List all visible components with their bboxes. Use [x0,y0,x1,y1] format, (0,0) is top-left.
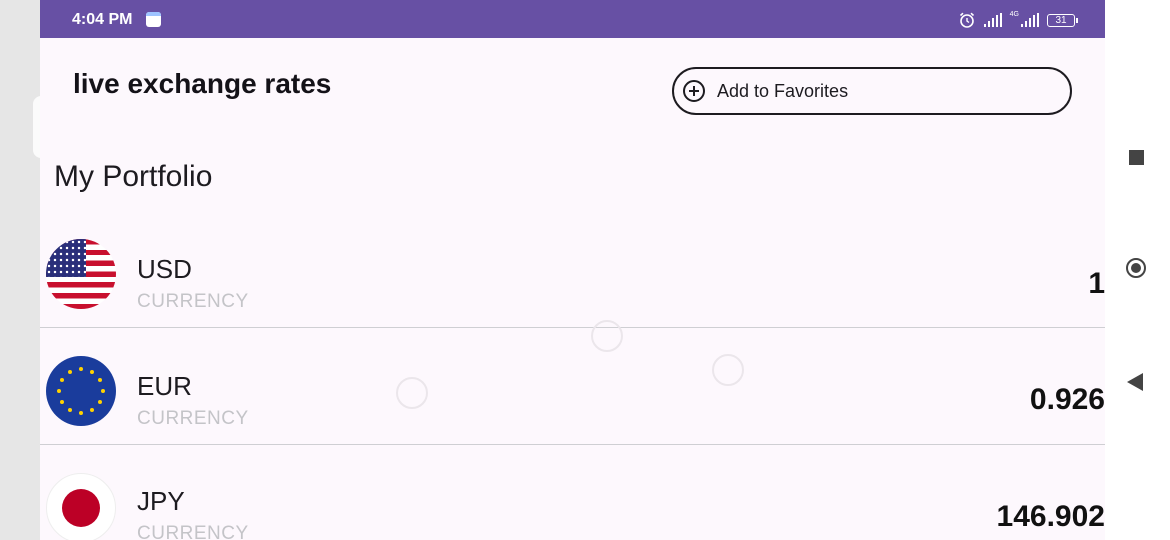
page-title: live exchange rates [73,68,332,99]
status-time: 4:04 PM [72,11,133,28]
currency-row-jpy[interactable]: JPY CURRENCY 146.902 [40,445,1105,540]
background-app-edge [0,0,40,540]
app-window: 4:04 PM 4G 31 live exchange rates Add to… [40,0,1105,540]
eu-flag-icon [46,356,116,426]
currency-code: USD [137,254,192,284]
home-circle-icon[interactable] [1126,258,1146,278]
currency-code: EUR [137,371,192,401]
alarm-icon [959,12,974,28]
us-flag-icon [46,239,116,309]
add-to-favorites-label: Add to Favorites [717,80,849,101]
calendar-notification-icon [146,12,161,27]
currency-rate-value: 1 [1088,267,1105,300]
currency-type-label: CURRENCY [137,408,249,429]
touch-indicator [591,320,623,352]
system-navigation-bar [1105,0,1170,540]
touch-indicator [712,354,744,386]
currency-rate-value: 146.902 [996,500,1105,533]
currency-type-label: CURRENCY [137,523,249,540]
battery-icon: 31 [1047,13,1078,27]
currency-row-eur[interactable]: EUR CURRENCY 0.926 [40,328,1105,445]
add-circle-icon [683,80,705,102]
network-type-4g-icon: 4G [1009,10,1019,18]
signal-strength-icon [983,13,1002,27]
status-icons: 4G 31 [958,10,1078,30]
portfolio-title: My Portfolio [54,160,213,193]
currency-code: JPY [137,486,185,516]
back-triangle-icon[interactable] [1127,373,1143,391]
status-bar: 4:04 PM 4G 31 [40,0,1105,38]
currency-type-label: CURRENCY [137,291,249,312]
add-to-favorites-button[interactable]: Add to Favorites [672,67,1072,115]
touch-indicator [396,377,428,409]
signal-strength-4g-icon [1021,13,1039,27]
recents-square-icon[interactable] [1129,150,1144,165]
currency-row-usd[interactable]: USD CURRENCY 1 [40,211,1105,328]
japan-flag-icon [46,473,116,540]
currency-rate-value: 0.926 [1029,383,1105,416]
